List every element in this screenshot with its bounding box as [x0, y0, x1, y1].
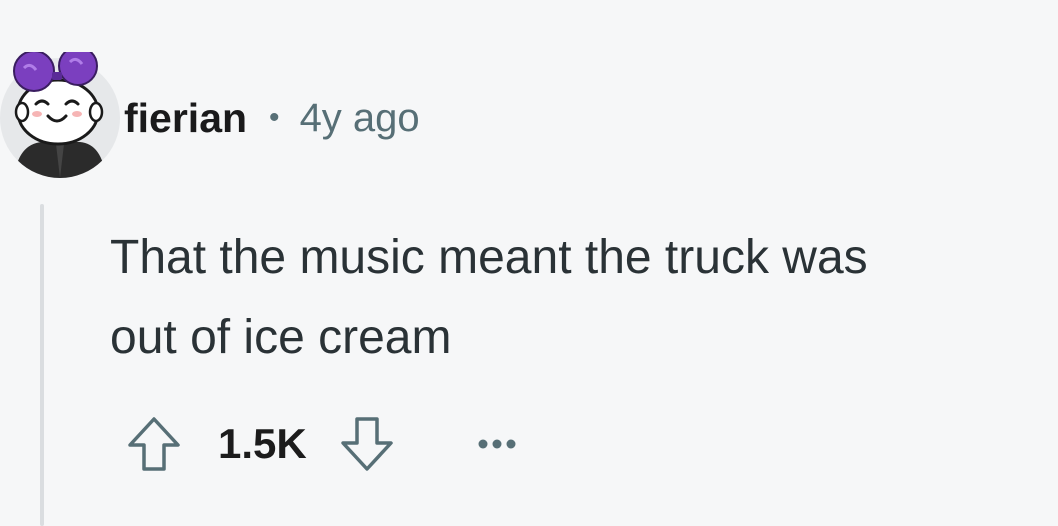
- downvote-button[interactable]: [337, 413, 397, 475]
- upvote-arrow-icon: [128, 417, 180, 471]
- vote-score: 1.5K: [218, 420, 307, 467]
- more-options-icon: [478, 439, 516, 449]
- username[interactable]: fierian: [124, 95, 247, 142]
- avatar-image: [0, 46, 120, 178]
- meta-separator: •: [269, 101, 280, 134]
- comment-actions: 1.5K: [124, 412, 517, 476]
- comment-body-line: That the music meant the truck was: [110, 231, 868, 284]
- comment-meta: fierian • 4y ago: [124, 90, 420, 146]
- more-options-button[interactable]: [397, 438, 517, 450]
- thread-line[interactable]: [40, 204, 44, 526]
- upvote-button[interactable]: [124, 413, 184, 475]
- comment-body: That the music meant the truck was out o…: [110, 218, 1050, 378]
- downvote-arrow-icon: [340, 417, 393, 471]
- timestamp: 4y ago: [299, 95, 420, 140]
- avatar[interactable]: [0, 46, 122, 178]
- comment: fierian • 4y ago That the music meant th…: [0, 0, 1058, 526]
- comment-body-line: out of ice cream: [110, 311, 452, 364]
